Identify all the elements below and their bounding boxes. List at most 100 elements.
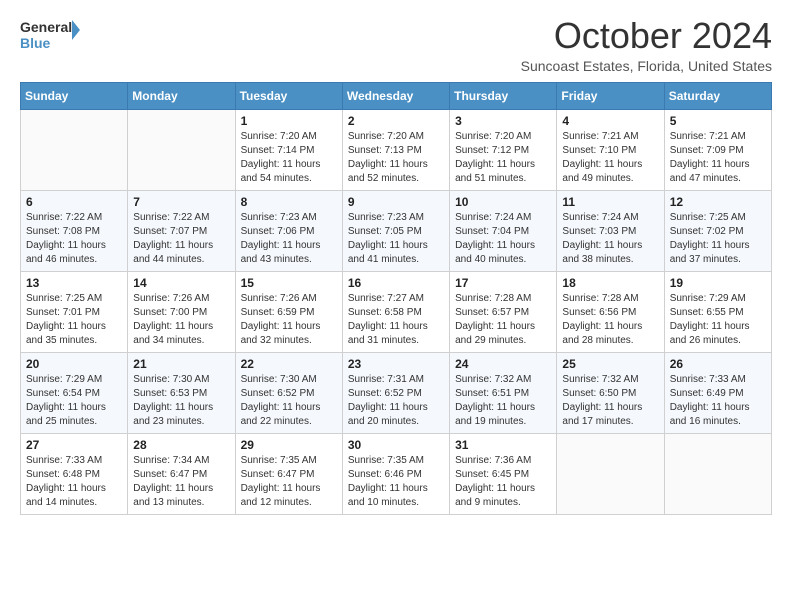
day-number: 8 [241,195,337,209]
day-number: 27 [26,438,122,452]
calendar-week-4: 20 Sunrise: 7:29 AM Sunset: 6:54 PM Dayli… [21,352,772,433]
day-info: Sunrise: 7:22 AM Sunset: 7:07 PM Dayligh… [133,211,229,267]
day-info: Sunrise: 7:20 AM Sunset: 7:14 PM Dayligh… [241,130,337,186]
calendar-week-5: 27 Sunrise: 7:33 AM Sunset: 6:48 PM Dayli… [21,433,772,514]
calendar-cell [21,109,128,190]
calendar-cell: 8 Sunrise: 7:23 AM Sunset: 7:06 PM Daylig… [235,190,342,271]
calendar-header-friday: Friday [557,82,664,109]
calendar-cell [664,433,771,514]
calendar-cell: 24Sunrise: 7:32 AM Sunset: 6:51 PM Dayli… [450,352,557,433]
day-number: 19 [670,276,766,290]
calendar-table: SundayMondayTuesdayWednesdayThursdayFrid… [20,82,772,515]
day-number: 2 [348,114,444,128]
svg-text:General: General [20,19,72,35]
calendar-cell: 7 Sunrise: 7:22 AM Sunset: 7:07 PM Daylig… [128,190,235,271]
day-number: 4 [562,114,658,128]
day-info: Sunrise: 7:32 AM Sunset: 6:51 PM Dayligh… [455,373,551,429]
day-number: 20 [26,357,122,371]
day-number: 21 [133,357,229,371]
day-info: Sunrise: 7:31 AM Sunset: 6:52 PM Dayligh… [348,373,444,429]
day-number: 6 [26,195,122,209]
day-info: Sunrise: 7:26 AM Sunset: 6:59 PM Dayligh… [241,292,337,348]
day-info: Sunrise: 7:28 AM Sunset: 6:56 PM Dayligh… [562,292,658,348]
day-info: Sunrise: 7:20 AM Sunset: 7:12 PM Dayligh… [455,130,551,186]
calendar-header-thursday: Thursday [450,82,557,109]
calendar-cell: 31Sunrise: 7:36 AM Sunset: 6:45 PM Dayli… [450,433,557,514]
logo: General Blue [20,16,80,54]
calendar-cell: 10Sunrise: 7:24 AM Sunset: 7:04 PM Dayli… [450,190,557,271]
calendar-cell: 26 Sunrise: 7:33 AM Sunset: 6:49 PM Dayli… [664,352,771,433]
day-info: Sunrise: 7:23 AM Sunset: 7:05 PM Dayligh… [348,211,444,267]
calendar-cell: 19 Sunrise: 7:29 AM Sunset: 6:55 PM Dayli… [664,271,771,352]
calendar-cell: 29 Sunrise: 7:35 AM Sunset: 6:47 PM Dayli… [235,433,342,514]
day-number: 22 [241,357,337,371]
calendar-cell: 20 Sunrise: 7:29 AM Sunset: 6:54 PM Dayli… [21,352,128,433]
calendar-cell: 6 Sunrise: 7:22 AM Sunset: 7:08 PM Daylig… [21,190,128,271]
main-title: October 2024 [521,16,772,56]
day-number: 12 [670,195,766,209]
day-number: 1 [241,114,337,128]
calendar-header-tuesday: Tuesday [235,82,342,109]
subtitle: Suncoast Estates, Florida, United States [521,58,772,74]
day-info: Sunrise: 7:22 AM Sunset: 7:08 PM Dayligh… [26,211,122,267]
day-number: 13 [26,276,122,290]
calendar-cell: 22 Sunrise: 7:30 AM Sunset: 6:52 PM Dayli… [235,352,342,433]
day-info: Sunrise: 7:34 AM Sunset: 6:47 PM Dayligh… [133,454,229,510]
day-number: 17 [455,276,551,290]
day-info: Sunrise: 7:29 AM Sunset: 6:54 PM Dayligh… [26,373,122,429]
calendar-header-monday: Monday [128,82,235,109]
day-info: Sunrise: 7:35 AM Sunset: 6:47 PM Dayligh… [241,454,337,510]
day-info: Sunrise: 7:21 AM Sunset: 7:10 PM Dayligh… [562,130,658,186]
day-info: Sunrise: 7:32 AM Sunset: 6:50 PM Dayligh… [562,373,658,429]
calendar-cell: 4 Sunrise: 7:21 AM Sunset: 7:10 PM Daylig… [557,109,664,190]
day-info: Sunrise: 7:24 AM Sunset: 7:03 PM Dayligh… [562,211,658,267]
calendar-week-2: 6 Sunrise: 7:22 AM Sunset: 7:08 PM Daylig… [21,190,772,271]
calendar-cell: 11 Sunrise: 7:24 AM Sunset: 7:03 PM Dayli… [557,190,664,271]
day-info: Sunrise: 7:35 AM Sunset: 6:46 PM Dayligh… [348,454,444,510]
calendar-cell: 12Sunrise: 7:25 AM Sunset: 7:02 PM Dayli… [664,190,771,271]
calendar-cell: 25Sunrise: 7:32 AM Sunset: 6:50 PM Dayli… [557,352,664,433]
svg-text:Blue: Blue [20,35,51,51]
calendar-week-1: 1 Sunrise: 7:20 AM Sunset: 7:14 PM Daylig… [21,109,772,190]
day-number: 29 [241,438,337,452]
day-info: Sunrise: 7:20 AM Sunset: 7:13 PM Dayligh… [348,130,444,186]
day-info: Sunrise: 7:27 AM Sunset: 6:58 PM Dayligh… [348,292,444,348]
day-number: 11 [562,195,658,209]
day-info: Sunrise: 7:28 AM Sunset: 6:57 PM Dayligh… [455,292,551,348]
calendar-cell: 30Sunrise: 7:35 AM Sunset: 6:46 PM Dayli… [342,433,449,514]
day-number: 5 [670,114,766,128]
day-info: Sunrise: 7:30 AM Sunset: 6:53 PM Dayligh… [133,373,229,429]
day-number: 10 [455,195,551,209]
calendar-cell: 18 Sunrise: 7:28 AM Sunset: 6:56 PM Dayli… [557,271,664,352]
calendar-cell: 16Sunrise: 7:27 AM Sunset: 6:58 PM Dayli… [342,271,449,352]
day-number: 15 [241,276,337,290]
day-info: Sunrise: 7:25 AM Sunset: 7:01 PM Dayligh… [26,292,122,348]
calendar-header-row: SundayMondayTuesdayWednesdayThursdayFrid… [21,82,772,109]
calendar-header-wednesday: Wednesday [342,82,449,109]
day-number: 23 [348,357,444,371]
calendar-cell: 23 Sunrise: 7:31 AM Sunset: 6:52 PM Dayli… [342,352,449,433]
day-info: Sunrise: 7:33 AM Sunset: 6:49 PM Dayligh… [670,373,766,429]
day-number: 7 [133,195,229,209]
day-info: Sunrise: 7:29 AM Sunset: 6:55 PM Dayligh… [670,292,766,348]
day-number: 18 [562,276,658,290]
day-info: Sunrise: 7:23 AM Sunset: 7:06 PM Dayligh… [241,211,337,267]
calendar-cell: 2 Sunrise: 7:20 AM Sunset: 7:13 PM Daylig… [342,109,449,190]
calendar-cell: 1 Sunrise: 7:20 AM Sunset: 7:14 PM Daylig… [235,109,342,190]
calendar-cell: 9 Sunrise: 7:23 AM Sunset: 7:05 PM Daylig… [342,190,449,271]
header: General Blue October 2024 Suncoast Estat… [20,16,772,74]
calendar-cell: 17 Sunrise: 7:28 AM Sunset: 6:57 PM Dayli… [450,271,557,352]
calendar-cell: 14Sunrise: 7:26 AM Sunset: 7:00 PM Dayli… [128,271,235,352]
day-info: Sunrise: 7:30 AM Sunset: 6:52 PM Dayligh… [241,373,337,429]
calendar-cell: 3 Sunrise: 7:20 AM Sunset: 7:12 PM Daylig… [450,109,557,190]
calendar-cell: 21 Sunrise: 7:30 AM Sunset: 6:53 PM Dayli… [128,352,235,433]
day-info: Sunrise: 7:33 AM Sunset: 6:48 PM Dayligh… [26,454,122,510]
day-number: 28 [133,438,229,452]
day-number: 3 [455,114,551,128]
day-number: 9 [348,195,444,209]
title-block: October 2024 Suncoast Estates, Florida, … [521,16,772,74]
logo-icon: General Blue [20,16,80,54]
day-number: 26 [670,357,766,371]
day-info: Sunrise: 7:36 AM Sunset: 6:45 PM Dayligh… [455,454,551,510]
calendar-cell: 28 Sunrise: 7:34 AM Sunset: 6:47 PM Dayli… [128,433,235,514]
